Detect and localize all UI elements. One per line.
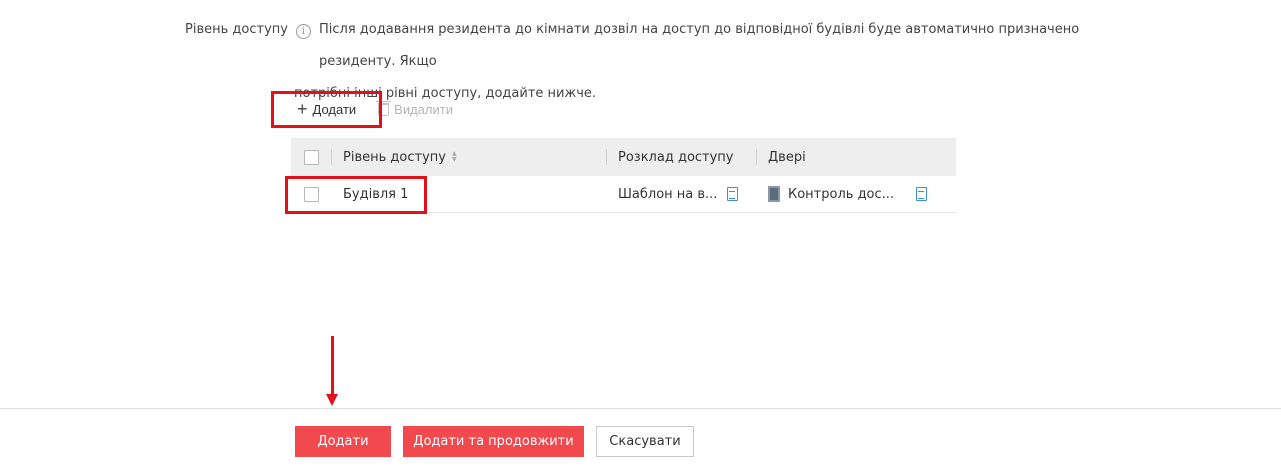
- door-icon: [768, 186, 780, 202]
- info-text-line-1: Після додавання резидента до кімнати доз…: [319, 22, 1080, 69]
- cancel-button[interactable]: Скасувати: [596, 426, 694, 457]
- arrow-down-icon: [326, 336, 338, 406]
- schedule-details-icon[interactable]: [727, 187, 739, 201]
- access-level-label: Рівень доступу: [185, 22, 288, 37]
- delete-access-level-label: Видалити: [394, 101, 453, 117]
- row-schedule-value: Шаблон на в...: [618, 186, 718, 202]
- row-schedule: Шаблон на в...: [606, 176, 756, 212]
- highlight-add-button: [271, 91, 382, 128]
- column-header-schedule-label: Розклад доступу: [618, 149, 734, 165]
- header-checkbox-cell: [291, 138, 331, 176]
- info-icon: i: [296, 24, 311, 39]
- column-header-access-level-label: Рівень доступу: [343, 149, 446, 165]
- column-header-doors: Двері: [756, 138, 956, 176]
- column-header-doors-label: Двері: [768, 149, 806, 165]
- delete-access-level-button[interactable]: Видалити: [374, 98, 461, 121]
- add-button[interactable]: Додати: [295, 426, 391, 457]
- column-header-access-level[interactable]: Рівень доступу ▲ ▼: [331, 138, 606, 176]
- row-doors: Контроль дос...: [756, 176, 956, 212]
- row-doors-value: Контроль дос...: [788, 186, 895, 202]
- select-all-checkbox[interactable]: [303, 149, 319, 165]
- column-header-schedule: Розклад доступу: [606, 138, 756, 176]
- footer: Додати Додати та продовжити Скасувати: [0, 408, 1281, 469]
- add-and-continue-button[interactable]: Додати та продовжити: [403, 426, 584, 457]
- sort-icon[interactable]: ▲ ▼: [452, 151, 457, 163]
- table-header: Рівень доступу ▲ ▼ Розклад доступу Двері: [291, 138, 956, 176]
- doors-details-icon[interactable]: [916, 187, 927, 201]
- highlight-row: [285, 176, 427, 214]
